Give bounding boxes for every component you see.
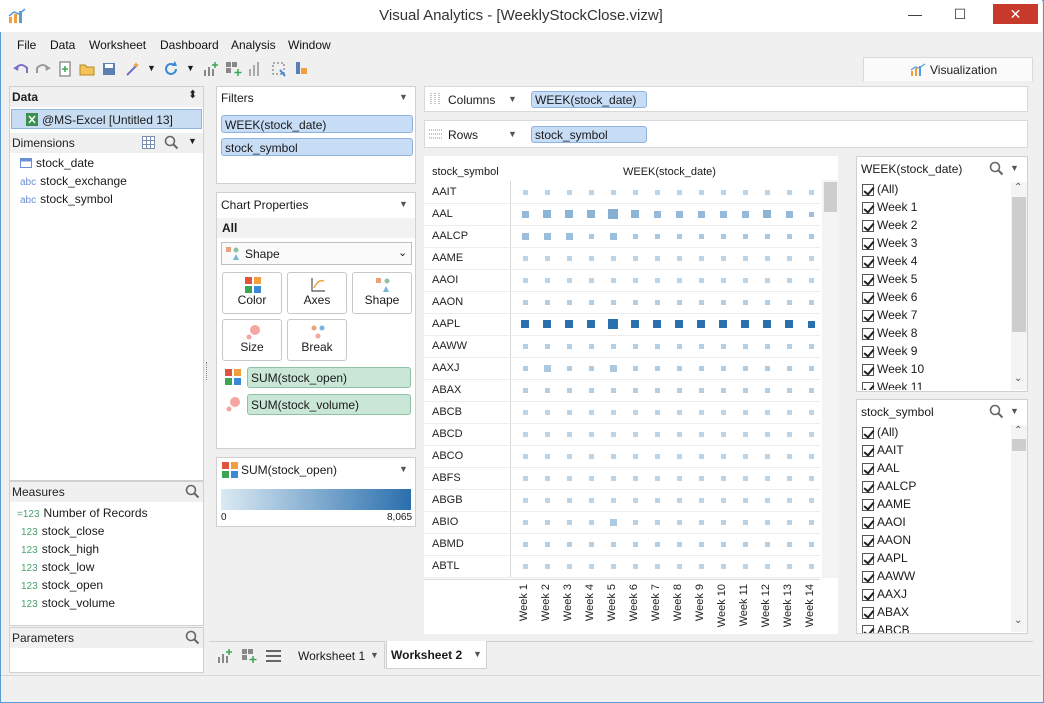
new-dashboard-tab-icon[interactable] bbox=[241, 648, 257, 664]
symbol-filter-scrollbar[interactable] bbox=[1011, 425, 1027, 632]
tab-worksheet-1-label: Worksheet 1 bbox=[298, 649, 366, 663]
symbol-scroll-up-icon[interactable]: ⌃ bbox=[1014, 425, 1022, 436]
new-worksheet-tab-icon[interactable] bbox=[217, 648, 233, 664]
tab-worksheet-2[interactable]: Worksheet 2 ▼ bbox=[386, 641, 487, 669]
symbol-filter-item-checkbox[interactable] bbox=[862, 481, 874, 493]
symbol-filter-item-label[interactable]: AAXJ bbox=[877, 587, 907, 601]
symbol-scroll-down-icon[interactable]: ⌄ bbox=[1014, 615, 1022, 626]
symbol-filter-scrollbar-thumb[interactable] bbox=[1012, 439, 1026, 451]
symbol-filter-item-checkbox[interactable] bbox=[862, 445, 874, 457]
symbol-filter-item-label[interactable]: ABAX bbox=[877, 605, 909, 619]
symbol-filter-item-label[interactable]: AALCP bbox=[877, 479, 916, 493]
tab-worksheet-2-dropdown-icon[interactable]: ▼ bbox=[473, 649, 482, 659]
symbol-filter-item-label[interactable]: AAL bbox=[877, 461, 900, 475]
symbol-filter-item-checkbox[interactable] bbox=[862, 463, 874, 475]
symbol-filter-item-label[interactable]: ABCB bbox=[877, 623, 910, 633]
symbol-filter-item-checkbox[interactable] bbox=[862, 553, 874, 565]
tab-worksheet-2-label: Worksheet 2 bbox=[391, 648, 463, 662]
symbol-filter-item-checkbox[interactable] bbox=[862, 607, 874, 619]
symbol-filter-item-label[interactable]: AAWW bbox=[877, 569, 915, 583]
symbol-filter-list: (All) AAIT AAL AALCP AAME AAOI AAON AAPL AAWW AAX… bbox=[0, 0, 1044, 633]
tab-worksheet-1[interactable]: Worksheet 1 ▼ bbox=[293, 643, 385, 669]
symbol-filter-item-checkbox[interactable] bbox=[862, 427, 874, 439]
symbol-filter-item-checkbox[interactable] bbox=[862, 625, 874, 633]
symbol-filter-item-checkbox[interactable] bbox=[862, 571, 874, 583]
symbol-filter-item-label[interactable]: AAME bbox=[877, 497, 911, 511]
symbol-filter-item-label[interactable]: (All) bbox=[877, 425, 898, 439]
symbol-filter-item-label[interactable]: AAON bbox=[877, 533, 911, 547]
symbol-filter-item-label[interactable]: AAIT bbox=[877, 443, 904, 457]
symbol-filter-item-checkbox[interactable] bbox=[862, 589, 874, 601]
symbol-filter-item-label[interactable]: AAOI bbox=[877, 515, 906, 529]
symbol-filter-item-checkbox[interactable] bbox=[862, 517, 874, 529]
status-bar bbox=[1, 675, 1041, 701]
symbol-filter-item-checkbox[interactable] bbox=[862, 535, 874, 547]
symbol-filter-item-checkbox[interactable] bbox=[862, 499, 874, 511]
sheet-list-icon[interactable] bbox=[266, 649, 281, 663]
parameters-title: Parameters bbox=[12, 631, 75, 645]
symbol-filter-item-label[interactable]: AAPL bbox=[877, 551, 908, 565]
tab-worksheet-1-dropdown-icon[interactable]: ▼ bbox=[370, 650, 379, 660]
